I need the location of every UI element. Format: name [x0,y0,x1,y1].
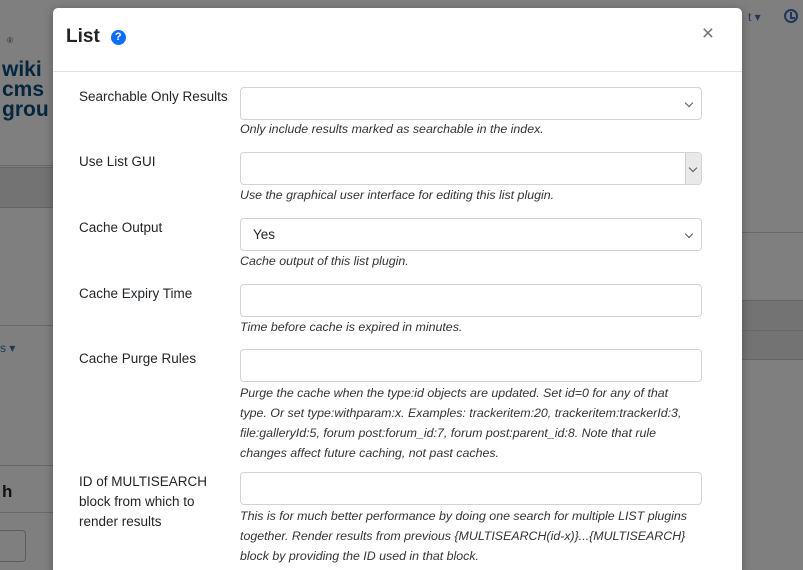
field-label: Cache Purge Rules [79,351,197,366]
close-button[interactable]: × [702,23,714,44]
list-plugin-modal: List ? × Searchable Only Results Only in… [53,8,742,570]
multisearch-id-input[interactable] [240,472,702,505]
field-help-text: Use the graphical user interface for edi… [240,188,555,202]
help-icon[interactable]: ? [110,29,126,45]
field-help-text: Purge the cache when the type:id objects… [240,386,682,460]
field-help-text: Time before cache is expired in minutes. [240,320,463,334]
use-list-gui-select[interactable] [240,152,702,185]
chevron-down-icon [684,229,694,239]
cache-purge-rules-input[interactable] [240,349,702,382]
cache-expiry-time-input[interactable] [240,284,702,317]
searchable-only-results-select[interactable] [240,87,702,120]
field-help-text: Only include results marked as searchabl… [240,122,544,136]
field-label: Cache Output [79,220,163,235]
modal-title: List ? [66,26,126,48]
field-help-text: This is for much better performance by d… [240,509,687,563]
modal-header: List ? × [53,8,742,72]
chevron-down-icon [684,98,694,108]
modal-title-text: List [66,26,100,47]
field-label: Cache Expiry Time [79,286,193,301]
field-label: Use List GUI [79,154,156,169]
field-label: Searchable Only Results [79,89,228,104]
field-help-text: Cache output of this list plugin. [240,254,409,268]
cache-output-select[interactable]: Yes [240,218,702,251]
field-label: ID of MULTISEARCH block from which to re… [79,474,208,529]
